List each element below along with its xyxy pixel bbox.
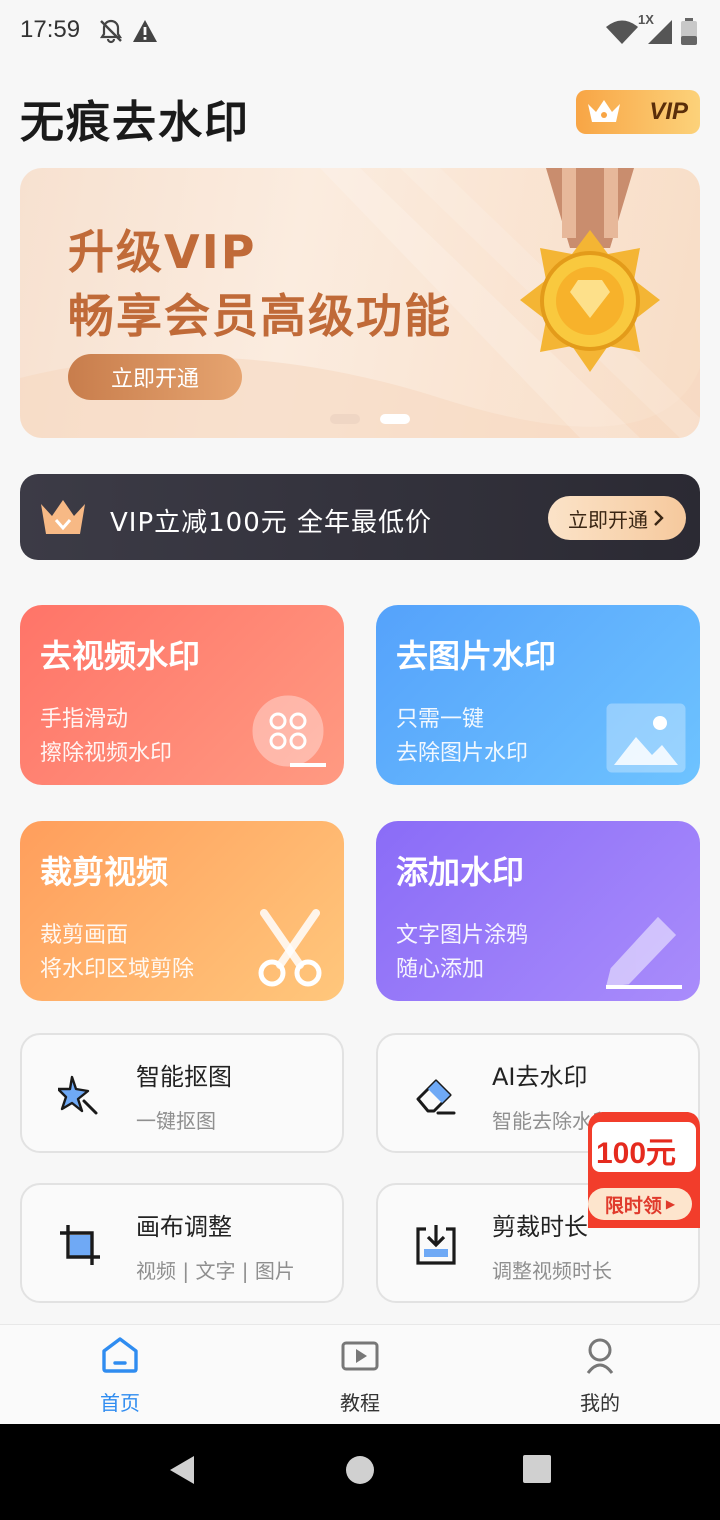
vip-button[interactable]: VIP — [576, 90, 700, 134]
bottom-nav: 首页 教程 我的 — [0, 1324, 720, 1424]
crown-icon — [41, 500, 85, 534]
vip-banner[interactable]: 升级VIP 畅享会员高级功能 立即开通 — [20, 168, 700, 438]
coupon-claim-button[interactable]: 限时领 ▶ — [588, 1188, 692, 1220]
feature-title: 添加水印 — [396, 853, 525, 891]
feature-desc: 裁剪画面 — [40, 923, 129, 948]
banner-page-dot — [330, 414, 360, 424]
tool-desc: 调整视频时长 — [492, 1259, 612, 1283]
feature-card-video-watermark[interactable]: 去视频水印 手指滑动 擦除视频水印 — [20, 605, 344, 785]
home-button-icon[interactable] — [344, 1454, 376, 1486]
nav-label: 教程 — [340, 1391, 380, 1415]
medal-icon — [520, 168, 660, 372]
feature-desc: 将水印区域剪除 — [40, 957, 195, 982]
vip-promo-strip[interactable]: VIP立减100元 全年最低价 立即开通 — [20, 474, 700, 560]
promo-open-label: 立即开通 — [568, 507, 648, 532]
film-reel-icon — [252, 695, 326, 767]
feature-desc: 随心添加 — [396, 957, 485, 982]
feature-title: 去视频水印 — [40, 637, 201, 675]
vip-label: VIP — [649, 98, 688, 125]
tool-name: AI去水印 — [492, 1063, 588, 1091]
tool-smart-cutout[interactable]: 智能抠图 一键抠图 — [20, 1033, 344, 1153]
feature-card-add-watermark[interactable]: 添加水印 文字图片涂鸦 随心添加 — [376, 821, 700, 1001]
feature-desc: 擦除视频水印 — [40, 741, 173, 766]
feature-desc: 手指滑动 — [40, 707, 129, 732]
chevron-right-icon — [654, 510, 664, 526]
nav-item-tutorial[interactable]: 教程 — [300, 1325, 420, 1425]
pencil-icon — [606, 916, 682, 989]
recents-icon[interactable] — [522, 1454, 552, 1484]
nav-item-home[interactable]: 首页 — [60, 1325, 180, 1425]
crop-icon — [60, 1225, 100, 1265]
banner-open-button[interactable]: 立即开通 — [68, 354, 242, 400]
alert-icon — [133, 20, 157, 42]
magic-star-icon — [58, 1075, 98, 1115]
system-nav-bar — [0, 1424, 720, 1520]
tool-desc: 视频 | 文字 | 图片 — [136, 1259, 295, 1283]
feature-title: 裁剪视频 — [40, 853, 169, 891]
coupon-amount: 100元 — [596, 1137, 677, 1170]
battery-icon — [681, 18, 697, 45]
crown-icon — [588, 100, 620, 122]
image-icon — [606, 703, 686, 773]
banner-headline: 升级VIP — [68, 225, 257, 279]
tool-name: 剪裁时长 — [492, 1213, 588, 1241]
play-icon — [341, 1341, 379, 1371]
notifications-off-icon — [99, 19, 123, 44]
coupon-float[interactable]: 100元 限时领 ▶ — [582, 1110, 702, 1232]
nav-label: 我的 — [580, 1391, 620, 1415]
download-trim-icon — [416, 1225, 456, 1265]
nav-label: 首页 — [100, 1391, 140, 1415]
banner-page-dot-active — [380, 414, 410, 424]
nav-item-profile[interactable]: 我的 — [540, 1325, 660, 1425]
promo-text: VIP立减100元 全年最低价 — [110, 508, 433, 538]
tool-desc: 一键抠图 — [136, 1109, 216, 1133]
feature-desc: 只需一键 — [396, 707, 485, 732]
tool-name: 画布调整 — [136, 1213, 232, 1241]
feature-desc: 去除图片水印 — [396, 741, 529, 766]
wifi-icon — [606, 20, 638, 44]
feature-card-image-watermark[interactable]: 去图片水印 只需一键 去除图片水印 — [376, 605, 700, 785]
status-time: 17:59 — [20, 16, 81, 43]
back-icon[interactable] — [166, 1454, 198, 1486]
home-icon — [102, 1337, 138, 1373]
feature-title: 去图片水印 — [396, 637, 557, 675]
feature-desc: 文字图片涂鸦 — [396, 923, 529, 948]
feature-card-crop-video[interactable]: 裁剪视频 裁剪画面 将水印区域剪除 — [20, 821, 344, 1001]
promo-open-button[interactable]: 立即开通 — [548, 496, 686, 540]
eraser-icon — [416, 1079, 456, 1115]
signal-icon — [648, 20, 672, 44]
tool-name: 智能抠图 — [136, 1063, 232, 1091]
banner-subheadline: 畅享会员高级功能 — [68, 289, 452, 343]
profile-icon — [586, 1338, 614, 1374]
coupon-label: 限时领 — [604, 1194, 662, 1217]
tool-canvas-adjust[interactable]: 画布调整 视频 | 文字 | 图片 — [20, 1183, 344, 1303]
caret-right-icon: ▶ — [665, 1197, 676, 1211]
status-bar: 17:59 1X — [0, 0, 720, 64]
page-title: 无痕去水印 — [20, 97, 250, 148]
scissors-icon — [258, 909, 322, 987]
